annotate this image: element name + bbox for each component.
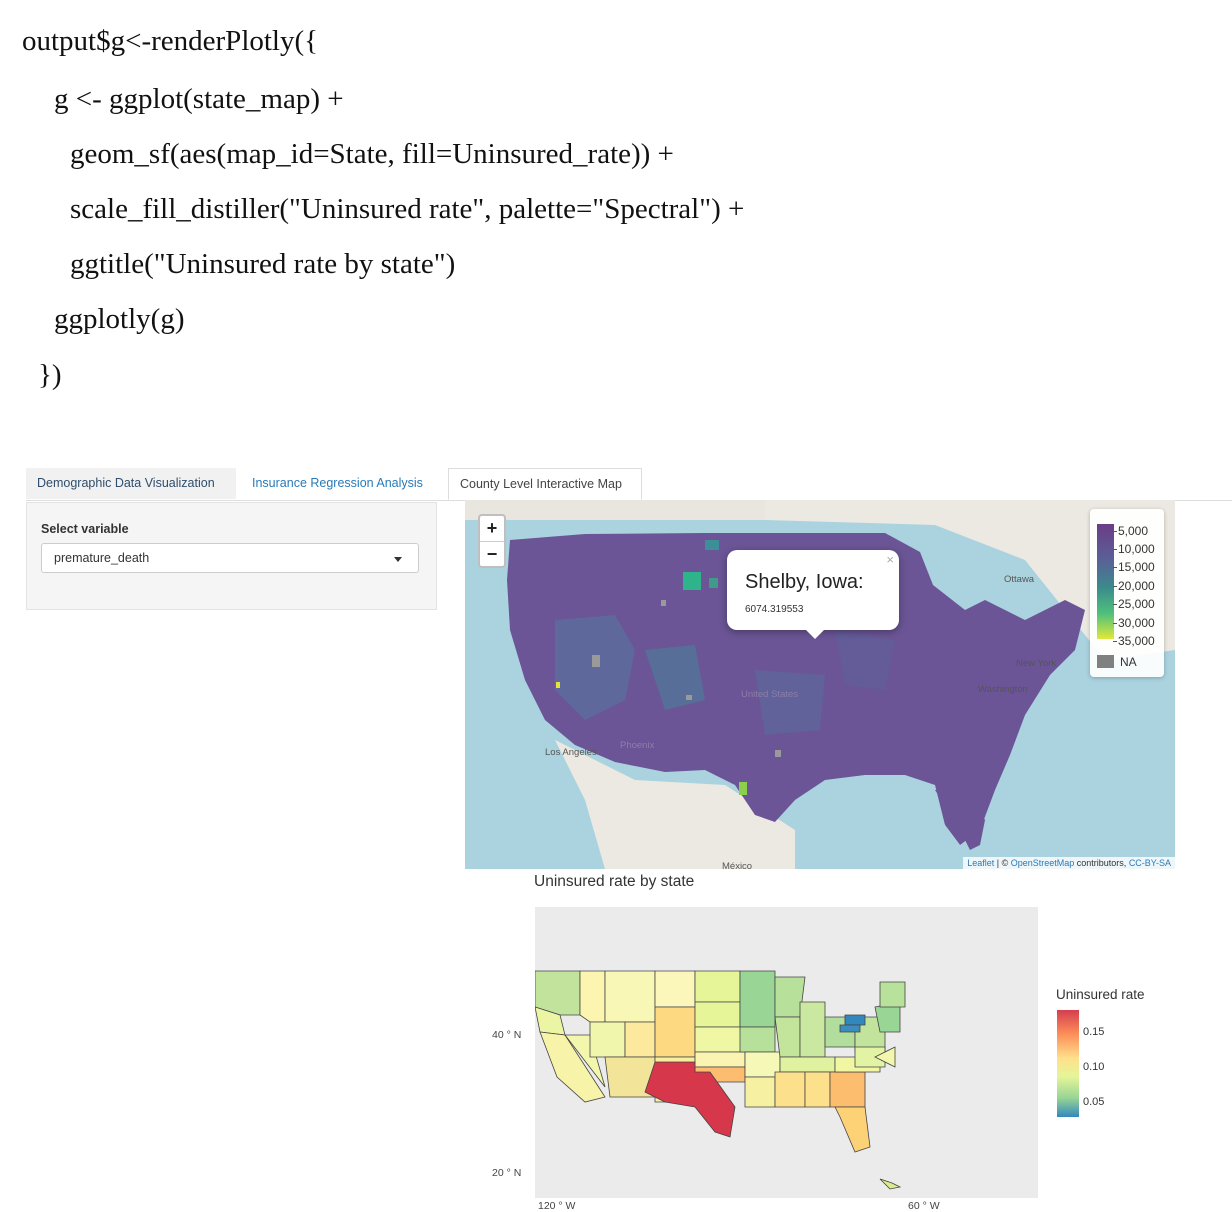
- state-map: [535, 970, 906, 1190]
- zoom-in-button[interactable]: +: [480, 516, 504, 542]
- legend-gradient: [1097, 524, 1114, 639]
- popup-title: Shelby, Iowa:: [745, 571, 864, 593]
- tab-bar: Demographic Data Visualization Insurance…: [26, 468, 1232, 501]
- license-link[interactable]: CC-BY-SA: [1129, 858, 1171, 868]
- colorbar-tick: 0.10: [1083, 1061, 1105, 1073]
- popup-value: 6074.319553: [745, 604, 804, 615]
- legend-tick: 5,000: [1112, 524, 1149, 538]
- map-label-los-angeles: Los Angeles: [545, 747, 597, 758]
- legend-na-swatch: [1097, 655, 1114, 668]
- tab-county-map[interactable]: County Level Interactive Map: [448, 468, 642, 500]
- sidebar-panel: Select variable premature_death: [26, 502, 437, 610]
- map-label-new-york: New York: [1016, 658, 1057, 669]
- colorbar-tick: 0.15: [1083, 1026, 1105, 1038]
- osm-link[interactable]: OpenStreetMap: [1011, 858, 1075, 868]
- map-label-washington: Washington: [978, 684, 1028, 695]
- y-tick: 40 ° N: [492, 1029, 522, 1041]
- map-legend: 5,000 10,000 15,000 20,000 25,000 30,000…: [1090, 509, 1164, 677]
- tab-insurance-regression[interactable]: Insurance Regression Analysis: [241, 468, 444, 499]
- attribution-sep: | ©: [994, 858, 1011, 868]
- chevron-down-icon: [394, 557, 402, 562]
- code-line: geom_sf(aes(map_id=State, fill=Uninsured…: [70, 138, 674, 170]
- code-line: output$g<-renderPlotly({: [22, 25, 319, 57]
- close-icon[interactable]: ×: [886, 552, 894, 567]
- map-attribution: Leaflet | © OpenStreetMap contributors, …: [963, 857, 1175, 869]
- plotly-choropleth[interactable]: [535, 907, 1038, 1198]
- select-value: premature_death: [54, 551, 150, 565]
- x-tick: 120 ° W: [538, 1200, 576, 1212]
- zoom-control: + −: [478, 514, 506, 568]
- legend-tick: 15,000: [1113, 560, 1155, 574]
- code-line: }): [38, 359, 62, 391]
- select-label: Select variable: [41, 522, 129, 536]
- variable-select[interactable]: premature_death: [41, 543, 419, 573]
- map-label-phoenix: Phoenix: [620, 740, 655, 751]
- colorbar: [1057, 1010, 1079, 1117]
- plot-title: Uninsured rate by state: [534, 873, 695, 890]
- attribution-text: contributors,: [1074, 858, 1129, 868]
- legend-tick: 25,000: [1113, 597, 1155, 611]
- map-label-mexico: México: [722, 861, 753, 869]
- colorbar-tick: 0.05: [1083, 1096, 1105, 1108]
- legend-tick: 20,000: [1113, 579, 1155, 593]
- map-popup: × Shelby, Iowa: 6074.319553: [727, 550, 899, 639]
- legend-tick: 30,000: [1113, 616, 1155, 630]
- map-label-ottawa: Ottawa: [1004, 574, 1035, 585]
- code-line: ggplotly(g): [54, 303, 185, 335]
- leaflet-map[interactable]: + − Ottawa New York Washington United St…: [465, 500, 1175, 869]
- legend-tick: 10,000: [1113, 542, 1155, 556]
- tab-demographic[interactable]: Demographic Data Visualization: [26, 468, 236, 499]
- colorbar-title: Uninsured rate: [1056, 987, 1145, 1002]
- leaflet-link[interactable]: Leaflet: [967, 858, 994, 868]
- code-line: g <- ggplot(state_map) +: [54, 83, 344, 115]
- y-tick: 20 ° N: [492, 1167, 522, 1179]
- code-line: scale_fill_distiller("Uninsured rate", p…: [70, 193, 745, 225]
- x-tick: 60 ° W: [908, 1200, 940, 1212]
- legend-na-label: NA: [1120, 655, 1137, 669]
- zoom-out-button[interactable]: −: [480, 542, 504, 567]
- legend-tick: 35,000: [1113, 634, 1155, 648]
- map-label-united-states: United States: [741, 689, 799, 700]
- code-line: ggtitle("Uninsured rate by state"): [70, 248, 456, 280]
